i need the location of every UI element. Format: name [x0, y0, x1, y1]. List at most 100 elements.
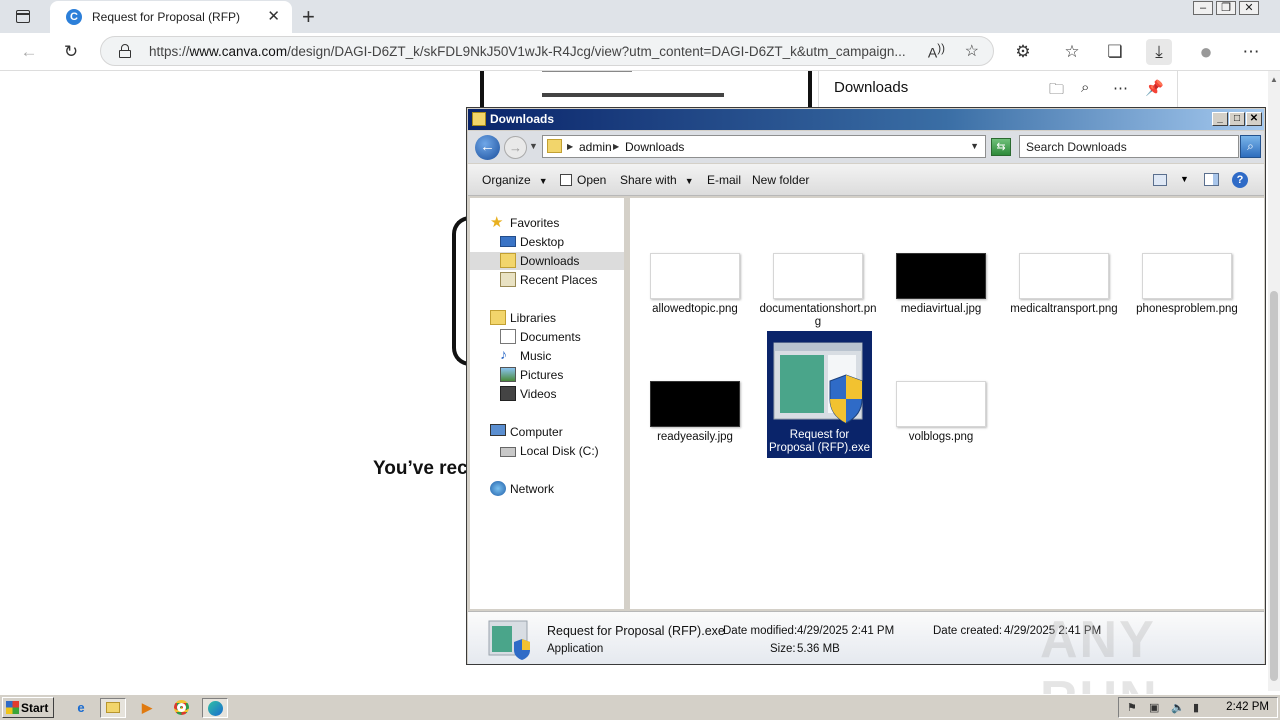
lock-icon[interactable]	[119, 44, 131, 58]
downloads-icon[interactable]: ⤓	[1146, 39, 1172, 65]
refresh-icon[interactable]: ↻	[58, 39, 84, 65]
explorer-window: Downloads _ □ ✕ ← → ▼ ▶ admin ▶ Download…	[466, 107, 1266, 665]
details-date-created-label: Date created:	[933, 625, 1003, 637]
breadcrumb[interactable]: ▶ admin ▶ Downloads ▼	[542, 135, 986, 158]
close-icon[interactable]: ✕	[1246, 112, 1262, 126]
windows-logo-icon	[6, 701, 19, 714]
browser-window-controls: – ❐ ✕	[1190, 1, 1276, 17]
file-item[interactable]: volblogs.png	[882, 381, 986, 507]
open-folder-icon[interactable]: 🗀	[1049, 79, 1064, 104]
search-icon[interactable]: ⌕	[1081, 79, 1089, 96]
explorer-taskbar-icon[interactable]	[100, 698, 126, 718]
explorer-nav-bar: ← → ▼ ▶ admin ▶ Downloads ▼ ⇆ Search Dow…	[468, 131, 1264, 163]
profile-avatar[interactable]: ●	[1193, 39, 1219, 65]
nav-network[interactable]: Network	[490, 480, 620, 498]
breadcrumb-admin[interactable]: admin	[579, 140, 612, 154]
read-aloud-icon[interactable]: A))	[928, 42, 945, 61]
file-item[interactable]: phonesproblem.png	[1128, 253, 1238, 379]
preview-pane-icon[interactable]	[1204, 173, 1219, 186]
media-player-icon[interactable]: ▶	[134, 698, 160, 718]
change-view-icon[interactable]	[1153, 174, 1167, 186]
breadcrumb-downloads[interactable]: Downloads	[625, 140, 684, 154]
page-heading: You’ve rec	[373, 458, 468, 479]
details-date-modified: 4/29/2025 2:41 PM	[797, 625, 895, 637]
nav-desktop[interactable]: Desktop	[500, 233, 620, 251]
clock[interactable]: 2:42 PM	[1226, 701, 1269, 713]
chevron-down-icon[interactable]: ▶	[567, 142, 573, 151]
forward-button[interactable]: →	[504, 136, 527, 159]
back-arrow-icon[interactable]: ←	[16, 39, 42, 65]
file-item[interactable]: allowedtopic.png	[636, 253, 740, 379]
new-folder-button[interactable]: New folder	[752, 173, 809, 187]
close-icon[interactable]: ✕	[1239, 1, 1259, 15]
refresh-button[interactable]: ⇆	[991, 138, 1011, 156]
minimize-icon[interactable]: –	[1193, 1, 1213, 15]
address-bar[interactable]: https://www.canva.com/design/DAGI-D6ZT_k…	[100, 36, 994, 66]
help-icon[interactable]: ?	[1232, 172, 1248, 188]
pin-icon[interactable]: 📌	[1145, 79, 1164, 97]
tab-active[interactable]: C Request for Proposal (RFP) ✕	[50, 1, 292, 33]
explorer-titlebar[interactable]: Downloads _ □ ✕	[468, 109, 1264, 130]
view-options-dropdown-icon[interactable]: ▼	[1180, 174, 1189, 184]
nav-local-disk[interactable]: Local Disk (C:)	[500, 442, 620, 460]
internet-explorer-icon[interactable]: e	[68, 698, 94, 718]
details-size: 5.36 MB	[797, 643, 840, 655]
network-tray-icon[interactable]: ▣	[1149, 701, 1163, 715]
maximize-icon[interactable]: □	[1229, 112, 1245, 126]
add-favorite-icon[interactable]: ☆	[965, 41, 979, 61]
nav-computer[interactable]: Computer	[490, 423, 620, 441]
tab-close-icon[interactable]: ✕	[267, 7, 280, 25]
nav-pictures[interactable]: Pictures	[500, 366, 620, 384]
details-date-modified-label: Date modified:	[723, 625, 798, 637]
nav-favorites[interactable]: ★ Favorites	[490, 214, 620, 232]
open-button[interactable]: Open	[560, 173, 606, 187]
nav-videos[interactable]: Videos	[500, 385, 620, 403]
image-thumbnail	[650, 253, 740, 299]
nav-libraries[interactable]: Libraries	[490, 309, 620, 327]
file-item[interactable]: readyeasily.jpg	[636, 381, 740, 507]
extensions-icon[interactable]: ⚙	[1010, 39, 1036, 65]
nav-recent-places[interactable]: Recent Places	[500, 271, 620, 289]
minimize-icon[interactable]: _	[1212, 112, 1228, 126]
power-icon[interactable]: ▮	[1193, 701, 1207, 715]
url-text[interactable]: https://www.canva.com/design/DAGI-D6ZT_k…	[149, 44, 906, 59]
search-input[interactable]: Search Downloads	[1019, 135, 1239, 158]
image-thumbnail	[1142, 253, 1232, 299]
more-menu-icon[interactable]: ⋯	[1238, 39, 1264, 65]
file-item-selected[interactable]: Request for Proposal (RFP).exe	[767, 331, 872, 458]
details-filename: Request for Proposal (RFP).exe	[547, 624, 725, 638]
flag-icon[interactable]: ⚑	[1127, 701, 1141, 715]
file-item[interactable]: medicaltransport.png	[1005, 253, 1118, 379]
page-scrollbar[interactable]: ▲	[1268, 71, 1280, 691]
back-button[interactable]: ←	[475, 135, 500, 160]
share-with-button[interactable]: Share with ▼	[620, 173, 694, 187]
favorites-icon[interactable]: ☆	[1059, 39, 1085, 65]
desktop-icon	[500, 236, 516, 247]
organize-button[interactable]: Organize ▼	[482, 173, 548, 187]
email-button[interactable]: E-mail	[707, 173, 741, 187]
tab-title: Request for Proposal (RFP)	[92, 10, 241, 24]
volume-icon[interactable]: 🔈	[1171, 701, 1185, 715]
nav-music[interactable]: ♪ Music	[500, 346, 620, 365]
open-icon	[560, 174, 572, 186]
start-button[interactable]: Start	[2, 697, 54, 718]
file-item[interactable]: mediavirtual.jpg	[882, 253, 986, 379]
new-tab-icon[interactable]: +	[302, 4, 315, 30]
tab-actions-icon[interactable]	[12, 7, 34, 27]
chevron-down-icon[interactable]: ▶	[613, 142, 619, 151]
search-icon[interactable]: ⌕	[1240, 135, 1261, 158]
collections-icon[interactable]: ❏	[1102, 39, 1128, 65]
recent-pages-dropdown-icon[interactable]: ▼	[529, 141, 538, 151]
more-options-icon[interactable]: ⋯	[1113, 79, 1128, 97]
address-dropdown-icon[interactable]: ▼	[970, 141, 979, 151]
nav-downloads[interactable]: Downloads	[470, 252, 624, 270]
scroll-up-icon[interactable]: ▲	[1270, 75, 1278, 84]
nav-documents[interactable]: Documents	[500, 328, 620, 346]
restore-icon[interactable]: ❐	[1216, 1, 1236, 15]
chrome-icon[interactable]	[168, 698, 194, 718]
browser-tab-strip: C Request for Proposal (RFP) ✕ + – ❐ ✕	[0, 0, 1280, 33]
image-thumbnail	[650, 381, 740, 427]
edge-taskbar-icon[interactable]	[202, 698, 228, 718]
star-icon: ★	[490, 214, 504, 231]
image-thumbnail	[1019, 253, 1109, 299]
